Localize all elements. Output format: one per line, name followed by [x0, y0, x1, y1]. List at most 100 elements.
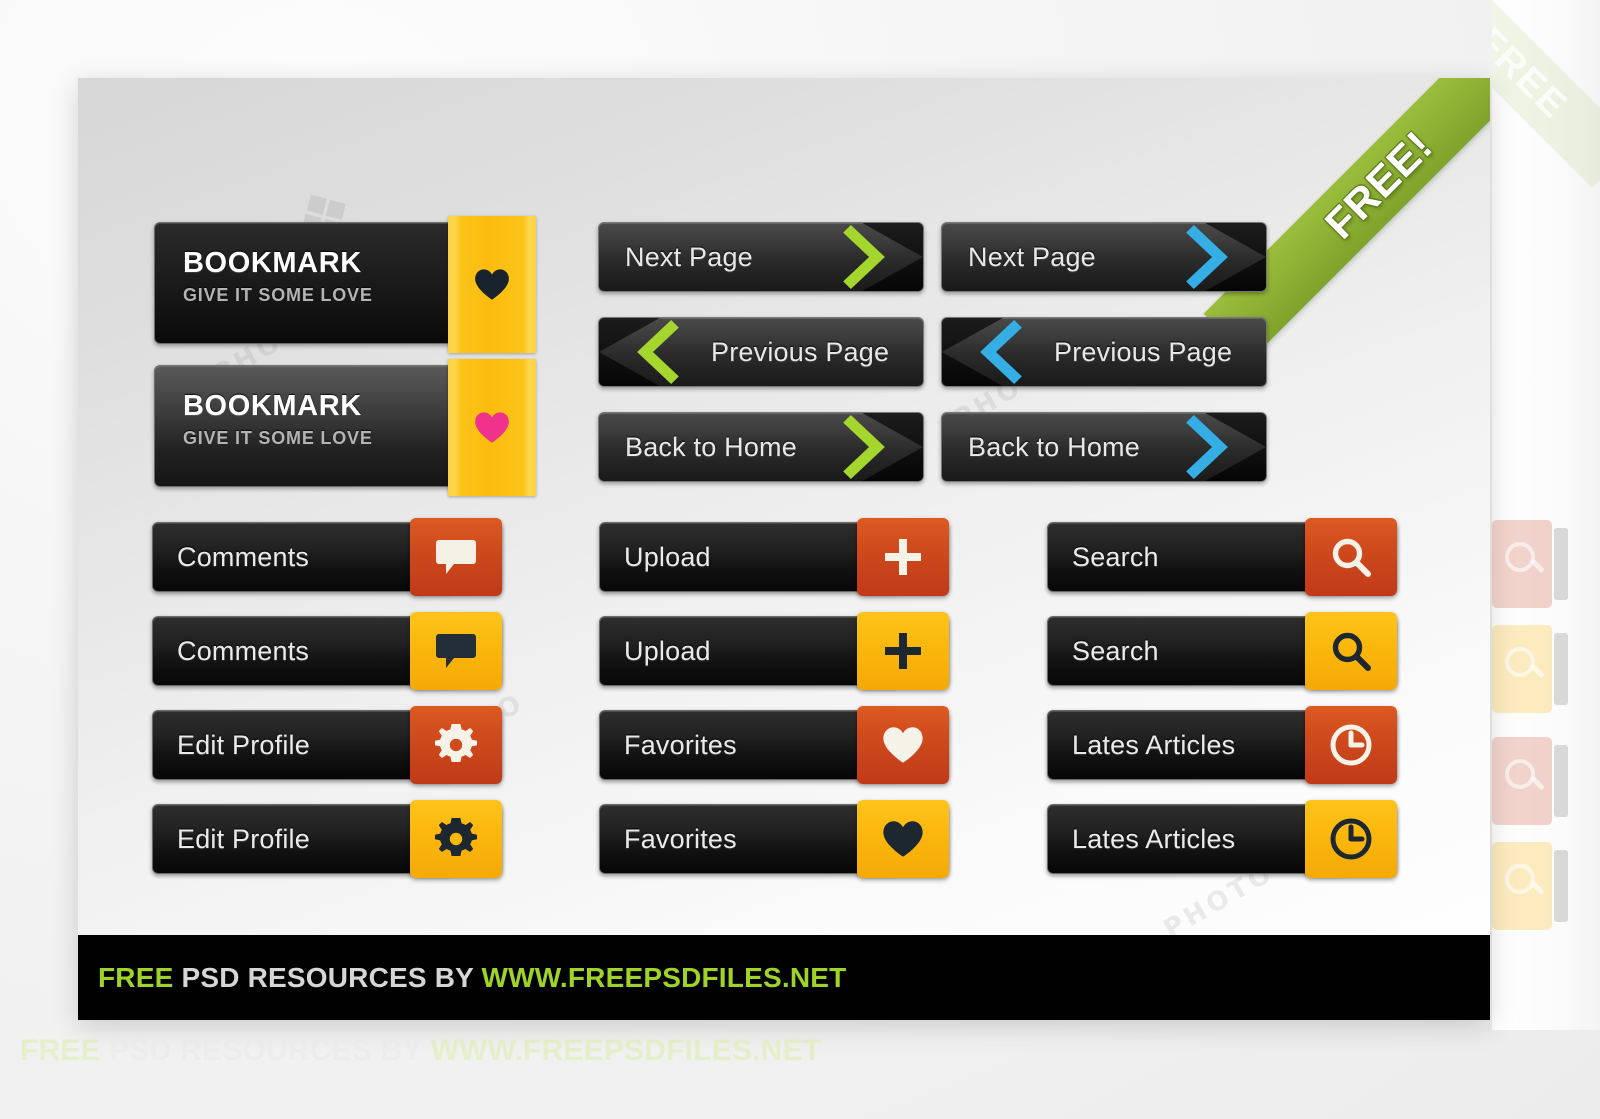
icon-tile[interactable] — [1305, 800, 1397, 878]
bookmark-button-grey[interactable]: BOOKMARK GIVE IT SOME LOVE — [154, 359, 536, 496]
icon-button-label: Search — [1072, 635, 1159, 666]
icon-button-body[interactable]: Upload — [599, 522, 899, 592]
icon-button-search-yellow[interactable]: Search — [1047, 612, 1402, 690]
outside-caption-prefix: FREE — [20, 1034, 101, 1067]
speech-bubble-icon — [436, 634, 476, 668]
nav-button-label: Previous Page — [1054, 336, 1233, 367]
card-footer: FREE PSD RESOURCES BY WWW.FREEPSDFILES.N… — [78, 935, 1490, 1020]
icon-button-body[interactable]: Comments — [152, 522, 452, 592]
icon-button-comments-red[interactable]: Comments — [152, 518, 507, 596]
chevron-left-icon — [635, 318, 687, 386]
icon-button-body[interactable]: Search — [1047, 616, 1347, 686]
icon-button-lates-articles-yellow[interactable]: Lates Articles — [1047, 800, 1402, 878]
icon-tile[interactable] — [1305, 706, 1397, 784]
icon-button-favorites-red[interactable]: Favorites — [599, 706, 954, 784]
heart-icon — [883, 821, 923, 857]
icon-button-search-red[interactable]: Search — [1047, 518, 1402, 596]
icon-tile[interactable] — [410, 706, 502, 784]
bookmark-ribbon-strip[interactable] — [448, 359, 536, 496]
icon-button-label: Edit Profile — [177, 729, 310, 760]
nav-button-previous-page-green[interactable]: Previous Page — [598, 317, 924, 387]
search-icon — [1332, 538, 1371, 577]
icon-tile[interactable] — [410, 518, 502, 596]
footer-middle: PSD RESOURCES BY — [173, 961, 482, 993]
outside-caption: FREE PSD RESOURCES BY WWW.FREEPSDFILES.N… — [20, 1034, 821, 1068]
ghost-ribbon: FREE — [1492, 0, 1600, 188]
icon-button-body[interactable]: Edit Profile — [152, 804, 452, 874]
chevron-right-icon — [1178, 413, 1230, 481]
chevron-left-icon — [978, 318, 1030, 386]
nav-button-next-page-green[interactable]: Next Page — [598, 222, 924, 292]
ghost-preview-strip: FREE — [1492, 0, 1600, 1030]
chevron-right-icon — [835, 223, 887, 291]
heart-icon — [475, 412, 509, 443]
nav-button-back-to-home-blue[interactable]: Back to Home — [941, 412, 1267, 482]
icon-button-label: Comments — [177, 541, 310, 572]
icon-button-body[interactable]: Lates Articles — [1047, 710, 1347, 780]
icon-button-body[interactable]: Edit Profile — [152, 710, 452, 780]
icon-tile[interactable] — [857, 612, 949, 690]
nav-button-label: Next Page — [625, 241, 753, 272]
clock-icon — [1330, 724, 1372, 766]
plus-icon — [885, 539, 921, 575]
icon-button-comments-yellow[interactable]: Comments — [152, 612, 507, 690]
bookmark-subtitle: GIVE IT SOME LOVE — [183, 285, 373, 305]
icon-button-body[interactable]: Search — [1047, 522, 1347, 592]
outside-caption-middle: PSD RESOURCES BY — [100, 1034, 431, 1067]
chevron-right-icon — [835, 413, 887, 481]
icon-button-body[interactable]: Favorites — [599, 804, 899, 874]
nav-button-back-to-home-green[interactable]: Back to Home — [598, 412, 924, 482]
nav-button-previous-page-blue[interactable]: Previous Page — [941, 317, 1267, 387]
free-ribbon-label: FREE! — [1315, 121, 1442, 248]
bookmark-ribbon-strip[interactable] — [448, 216, 536, 353]
footer-url[interactable]: WWW.FREEPSDFILES.NET — [482, 962, 847, 993]
icon-button-body[interactable]: Comments — [152, 616, 452, 686]
icon-button-label: Search — [1072, 541, 1159, 572]
icon-button-label: Upload — [624, 541, 711, 572]
icon-button-body[interactable]: Lates Articles — [1047, 804, 1347, 874]
icon-button-body[interactable]: Upload — [599, 616, 899, 686]
gear-icon — [435, 818, 477, 856]
icon-button-upload-yellow[interactable]: Upload — [599, 612, 954, 690]
chevron-right-icon — [1178, 223, 1230, 291]
clock-icon — [1330, 818, 1372, 860]
bookmark-button-dark[interactable]: BOOKMARK GIVE IT SOME LOVE — [154, 216, 536, 353]
icon-tile[interactable] — [410, 612, 502, 690]
icon-button-label: Edit Profile — [177, 823, 310, 854]
heart-icon — [475, 269, 509, 300]
search-icon — [1332, 632, 1371, 671]
icon-tile[interactable] — [1305, 518, 1397, 596]
icon-tile[interactable] — [857, 706, 949, 784]
outside-caption-url: WWW.FREEPSDFILES.NET — [430, 1034, 822, 1067]
nav-button-label: Back to Home — [968, 431, 1140, 462]
speech-bubble-icon — [436, 540, 476, 574]
icon-button-label: Favorites — [624, 729, 737, 760]
plus-icon — [885, 633, 921, 669]
icon-tile[interactable] — [1305, 612, 1397, 690]
ghost-tile — [1492, 625, 1568, 713]
bookmark-subtitle: GIVE IT SOME LOVE — [183, 428, 373, 448]
icon-button-label: Favorites — [624, 823, 737, 854]
icon-tile[interactable] — [857, 518, 949, 596]
icon-button-label: Lates Articles — [1072, 823, 1236, 854]
icon-button-edit-profile-red[interactable]: Edit Profile — [152, 706, 507, 784]
footer-credit: FREE PSD RESOURCES BY WWW.FREEPSDFILES.N… — [98, 962, 846, 994]
icon-button-label: Upload — [624, 635, 711, 666]
nav-button-label: Next Page — [968, 241, 1096, 272]
icon-button-label: Comments — [177, 635, 310, 666]
bookmark-title: BOOKMARK — [183, 390, 362, 422]
nav-button-label: Previous Page — [711, 336, 890, 367]
icon-button-edit-profile-yellow[interactable]: Edit Profile — [152, 800, 507, 878]
gear-icon — [435, 724, 477, 762]
icon-button-favorites-yellow[interactable]: Favorites — [599, 800, 954, 878]
icon-button-label: Lates Articles — [1072, 729, 1236, 760]
icon-button-body[interactable]: Favorites — [599, 710, 899, 780]
icon-button-upload-red[interactable]: Upload — [599, 518, 954, 596]
ghost-tile — [1492, 737, 1568, 825]
icon-tile[interactable] — [857, 800, 949, 878]
ghost-tile — [1492, 842, 1568, 930]
icon-button-lates-articles-red[interactable]: Lates Articles — [1047, 706, 1402, 784]
icon-tile[interactable] — [410, 800, 502, 878]
nav-button-next-page-blue[interactable]: Next Page — [941, 222, 1267, 292]
footer-prefix: FREE — [98, 961, 174, 993]
